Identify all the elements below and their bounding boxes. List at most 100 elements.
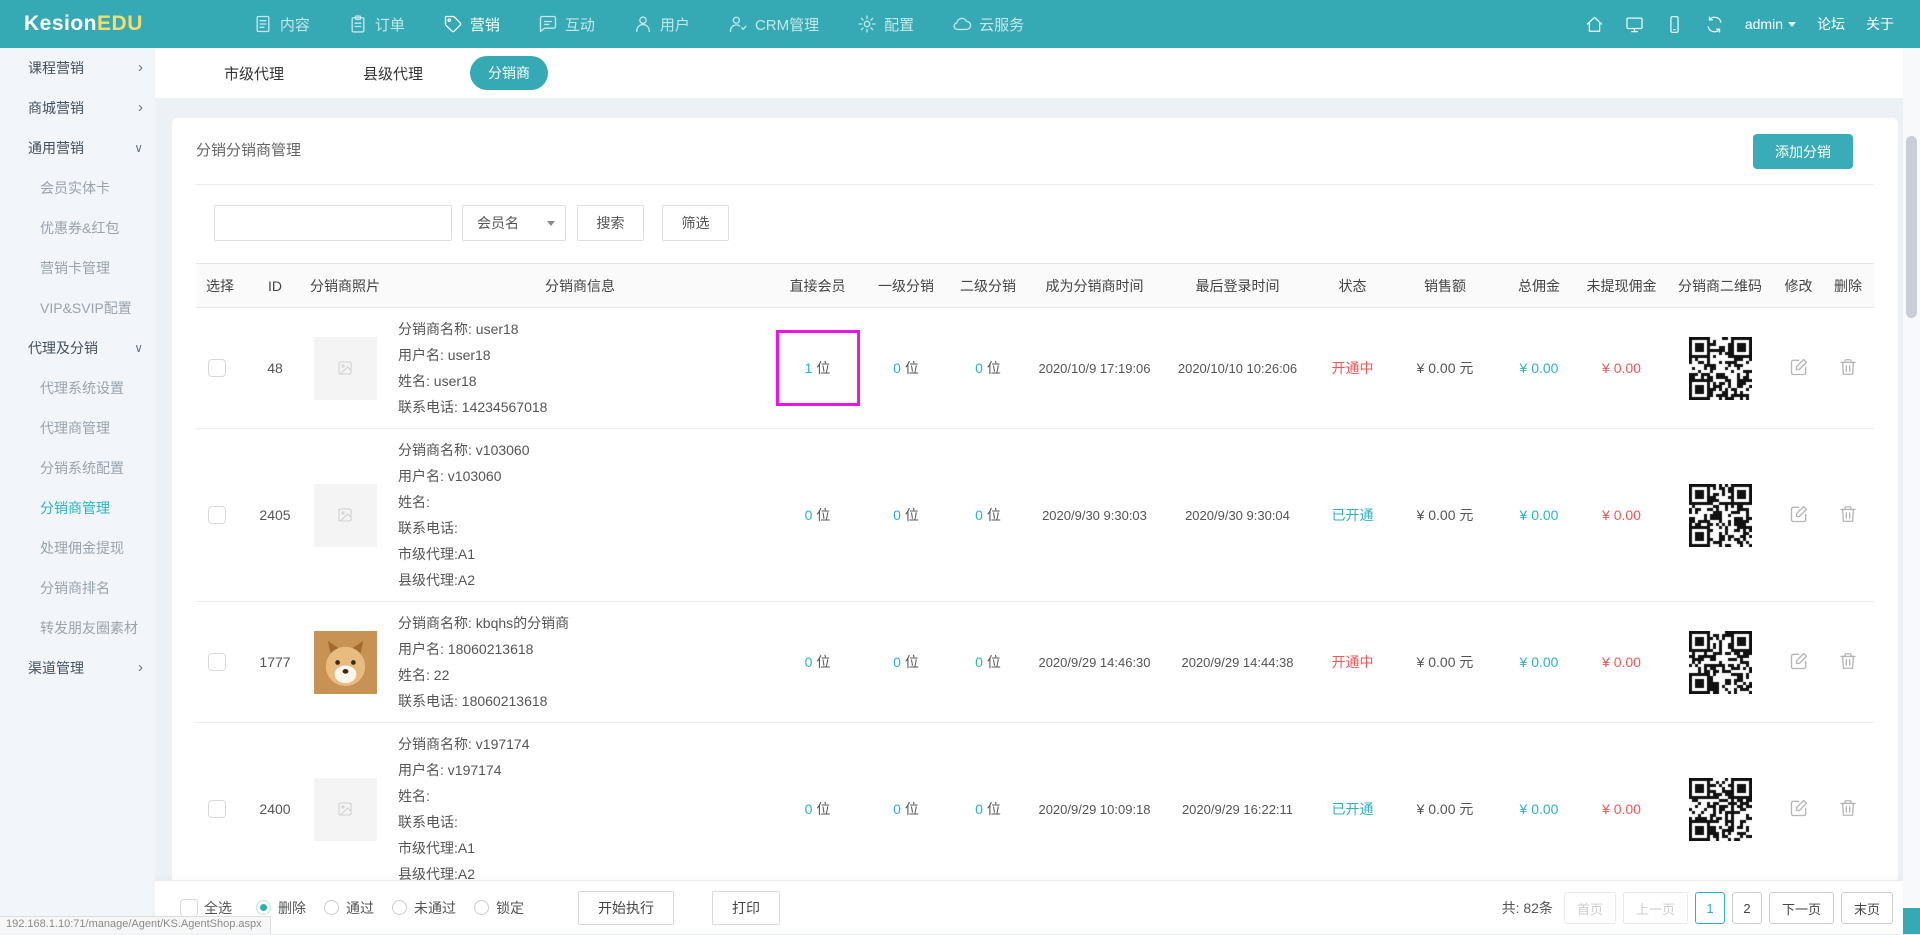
row-checkbox[interactable] (208, 653, 226, 671)
home-icon[interactable] (1585, 15, 1604, 34)
table-row-1: 48分销商名称: user18用户名: user18姓名: user18联系电话… (196, 308, 1874, 429)
sidebar-item-15[interactable]: 转发朋友圈素材 (0, 608, 155, 648)
batch-radio-1[interactable] (256, 900, 271, 915)
delete-button[interactable] (1838, 357, 1858, 377)
search-field-select[interactable]: 会员名 (462, 205, 566, 241)
sidebar-item-8[interactable]: 代理及分销∨ (0, 328, 155, 368)
forum-link[interactable]: 论坛 (1817, 14, 1845, 34)
top-nav-item-8[interactable]: 云服务 (952, 14, 1024, 35)
image-placeholder-icon (337, 360, 353, 376)
column-header-3: 分销商照片 (300, 276, 390, 296)
cell-level1-members: 0 位 (865, 652, 947, 672)
cell-direct-members[interactable]: 0 位 (770, 505, 865, 525)
row-checkbox[interactable] (208, 506, 226, 524)
info-line: 姓名: 22 (398, 662, 770, 688)
column-header-6: 一级分销 (865, 276, 947, 296)
sidebar-item-6[interactable]: 营销卡管理 (0, 248, 155, 288)
column-header-2: ID (250, 278, 300, 294)
row-checkbox[interactable] (208, 800, 226, 818)
sidebar-item-3[interactable]: 通用营销∨ (0, 128, 155, 168)
sidebar-item-16[interactable]: 渠道管理› (0, 648, 155, 688)
last-page-button[interactable]: 末页 (1841, 892, 1893, 924)
top-nav-item-3[interactable]: 营销 (443, 14, 500, 35)
cell-select (196, 653, 250, 671)
cell-last-login: 2020/9/29 14:44:38 (1160, 655, 1315, 670)
sidebar-item-10[interactable]: 代理商管理 (0, 408, 155, 448)
page-button-2[interactable]: 2 (1732, 892, 1762, 924)
info-line: 用户名: v103060 (398, 463, 770, 489)
edit-button[interactable] (1789, 357, 1809, 377)
top-nav-item-5[interactable]: 用户 (633, 14, 690, 35)
top-nav-item-6[interactable]: CRM管理 (728, 14, 819, 35)
batch-radio-2[interactable] (324, 900, 339, 915)
tab-3[interactable]: 分销商 (470, 56, 548, 90)
cell-direct-members[interactable]: 1 位 (770, 358, 865, 378)
scrollbar-thumb[interactable] (1906, 136, 1917, 318)
cell-level2-members: 0 位 (947, 799, 1029, 819)
top-nav-item-2[interactable]: 订单 (348, 14, 405, 35)
top-nav-item-4[interactable]: 互动 (538, 14, 595, 35)
delete-button[interactable] (1838, 504, 1858, 524)
search-input[interactable] (214, 205, 452, 241)
cell-photo (300, 778, 390, 841)
sidebar-item-12[interactable]: 分销商管理 (0, 488, 155, 528)
prev-page-button[interactable]: 上一页 (1623, 892, 1688, 924)
execute-button[interactable]: 开始执行 (578, 891, 674, 925)
sidebar-item-9[interactable]: 代理系统设置 (0, 368, 155, 408)
distributor-qr-code[interactable] (1689, 778, 1752, 841)
cell-edit (1775, 357, 1822, 380)
chevron-right-icon: › (138, 48, 143, 88)
edit-button[interactable] (1789, 798, 1809, 818)
filter-button[interactable]: 筛选 (662, 205, 729, 241)
sidebar-item-5[interactable]: 优惠券&红包 (0, 208, 155, 248)
print-button[interactable]: 打印 (712, 891, 780, 925)
tab-1[interactable]: 市级代理 (224, 63, 284, 84)
sidebar-item-4[interactable]: 会员实体卡 (0, 168, 155, 208)
edit-button[interactable] (1789, 651, 1809, 671)
column-header-8: 成为分销商时间 (1029, 276, 1160, 296)
refresh-icon[interactable] (1705, 15, 1724, 34)
about-link[interactable]: 关于 (1866, 14, 1894, 34)
delete-button[interactable] (1838, 798, 1858, 818)
cell-status: 已开通 (1315, 505, 1390, 525)
sidebar-item-7[interactable]: VIP&SVIP配置 (0, 288, 155, 328)
select-all-checkbox[interactable] (180, 899, 198, 917)
distributor-qr-code[interactable] (1689, 631, 1752, 694)
mobile-icon[interactable] (1665, 15, 1684, 34)
row-checkbox[interactable] (208, 359, 226, 377)
info-line: 姓名: (398, 783, 770, 809)
next-page-button[interactable]: 下一页 (1769, 892, 1834, 924)
select-value: 会员名 (477, 215, 519, 231)
scrollbar (1903, 48, 1920, 934)
top-bar: KesionEDU 内容订单营销互动用户CRM管理配置云服务 admin 论坛 … (0, 0, 1920, 48)
cell-delete (1822, 651, 1874, 674)
add-distributor-button[interactable]: 添加分销 (1753, 134, 1853, 169)
batch-radio-label: 锁定 (496, 898, 524, 918)
sidebar-item-11[interactable]: 分销系统配置 (0, 448, 155, 488)
page-button-1[interactable]: 1 (1695, 892, 1725, 924)
sidebar-item-label: 分销商排名 (40, 580, 110, 596)
sidebar-item-2[interactable]: 商城营销› (0, 88, 155, 128)
batch-radio-4[interactable] (474, 900, 489, 915)
cell-direct-members[interactable]: 0 位 (770, 652, 865, 672)
delete-button[interactable] (1838, 651, 1858, 671)
first-page-button[interactable]: 首页 (1564, 892, 1616, 924)
sidebar-item-13[interactable]: 处理佣金提现 (0, 528, 155, 568)
monitor-icon[interactable] (1625, 15, 1644, 34)
edit-button[interactable] (1789, 504, 1809, 524)
admin-menu[interactable]: admin (1745, 16, 1796, 32)
page-title: 分销分销商管理 (196, 118, 301, 184)
top-nav-item-7[interactable]: 配置 (857, 14, 914, 35)
caret-down-icon (1788, 22, 1796, 27)
distributor-qr-code[interactable] (1689, 337, 1752, 400)
sidebar-item-14[interactable]: 分销商排名 (0, 568, 155, 608)
top-nav-item-1[interactable]: 内容 (253, 14, 310, 35)
distributor-qr-code[interactable] (1689, 484, 1752, 547)
tab-2[interactable]: 县级代理 (363, 63, 423, 84)
cell-direct-members[interactable]: 0 位 (770, 799, 865, 819)
batch-radio-3[interactable] (392, 900, 407, 915)
cell-photo (300, 337, 390, 400)
search-button[interactable]: 搜索 (577, 205, 644, 241)
sidebar-item-1[interactable]: 课程营销› (0, 48, 155, 88)
top-nav-label: 互动 (565, 14, 595, 35)
